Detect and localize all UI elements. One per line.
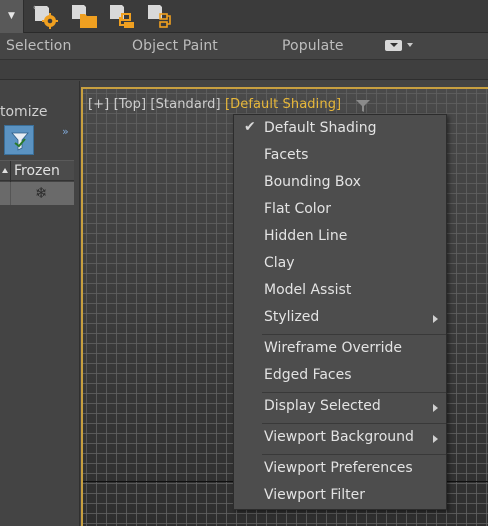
menu-item-label: Viewport Preferences xyxy=(264,460,413,476)
menu-item-clay[interactable]: Clay xyxy=(234,252,446,278)
ribbon-options-dropdown[interactable] xyxy=(385,39,415,53)
menu-item-label: Display Selected xyxy=(264,398,381,414)
viewport-point-of-view[interactable]: [Top] xyxy=(114,97,147,112)
ribbon-panel-strip xyxy=(0,60,488,80)
menu-item-viewport-preferences[interactable]: Viewport Preferences xyxy=(234,457,446,483)
menu-item-facets[interactable]: Facets xyxy=(234,144,446,170)
menu-divider xyxy=(262,392,446,393)
sort-ascending-icon xyxy=(2,168,8,173)
submenu-arrow-icon xyxy=(433,404,438,412)
menu-item-label: Default Shading xyxy=(264,120,377,136)
main-toolbar: ▼ xyxy=(0,0,488,33)
menu-item-wireframe-override[interactable]: Wireframe Override xyxy=(234,337,446,363)
menu-item-model-assist[interactable]: Model Assist xyxy=(234,279,446,305)
column-header-label: Frozen xyxy=(14,163,60,179)
scene-link-icon[interactable] xyxy=(146,1,176,31)
app-window: ▼ Selection Object Paint Populate tomize… xyxy=(0,0,488,526)
menu-item-edged-faces[interactable]: Edged Faces xyxy=(234,364,446,390)
menu-divider xyxy=(262,454,446,455)
viewport-label-menu: [+] [Top] [Standard] [Default Shading] xyxy=(88,97,341,112)
menu-divider xyxy=(262,334,446,335)
menu-item-label: Hidden Line xyxy=(264,228,348,244)
tab-populate[interactable]: Populate xyxy=(282,38,344,54)
menu-item-label: Bounding Box xyxy=(264,174,361,190)
menu-item-label: Edged Faces xyxy=(264,367,352,383)
menu-item-default-shading[interactable]: ✔ Default Shading xyxy=(234,117,446,143)
viewport-shading-menu[interactable]: [Default Shading] xyxy=(225,97,341,112)
viewport-standard-menu[interactable]: [Standard] xyxy=(150,97,220,112)
menu-item-label: Viewport Background xyxy=(264,429,414,445)
menu-item-label: Viewport Filter xyxy=(264,487,366,503)
menu-divider xyxy=(262,423,446,424)
menu-item-label: Flat Color xyxy=(264,201,332,217)
submenu-arrow-icon xyxy=(433,315,438,323)
column-separator xyxy=(10,182,11,205)
scene-hierarchy-icon[interactable] xyxy=(108,1,138,31)
expand-panel-icon[interactable]: » xyxy=(62,125,69,138)
menu-item-hidden-line[interactable]: Hidden Line xyxy=(234,225,446,251)
menu-item-label: Stylized xyxy=(264,309,320,325)
column-header-frozen[interactable]: Frozen xyxy=(0,160,74,182)
panel-title: tomize xyxy=(0,104,48,120)
toolbar-dropdown-icon[interactable]: ▼ xyxy=(0,0,24,33)
menu-item-flat-color[interactable]: Flat Color xyxy=(234,198,446,224)
viewport-plus-menu[interactable]: [+] xyxy=(88,97,109,112)
filter-icon[interactable] xyxy=(4,125,34,155)
menu-item-bounding-box[interactable]: Bounding Box xyxy=(234,171,446,197)
menu-item-label: Facets xyxy=(264,147,309,163)
menu-item-viewport-background[interactable]: Viewport Background xyxy=(234,426,446,452)
menu-item-stylized[interactable]: Stylized xyxy=(234,306,446,332)
tab-selection[interactable]: Selection xyxy=(6,38,71,54)
menu-item-viewport-filter[interactable]: Viewport Filter xyxy=(234,484,446,510)
frozen-snowflake-icon[interactable]: ❄ xyxy=(35,184,48,202)
ribbon-toggle-icon xyxy=(385,40,402,51)
checkmark-icon: ✔ xyxy=(244,119,256,135)
menu-item-display-selected[interactable]: Display Selected xyxy=(234,395,446,421)
submenu-arrow-icon xyxy=(433,435,438,443)
scene-settings-icon[interactable] xyxy=(32,1,62,31)
shading-context-menu: ✔ Default Shading Facets Bounding Box Fl… xyxy=(233,114,447,510)
table-row[interactable]: ❄ xyxy=(0,182,74,205)
viewport-filter-icon[interactable] xyxy=(356,100,370,112)
chevron-down-icon xyxy=(407,43,413,47)
tab-object-paint[interactable]: Object Paint xyxy=(132,38,218,54)
menu-item-label: Clay xyxy=(264,255,295,271)
menu-item-label: Model Assist xyxy=(264,282,352,298)
scene-explorer-panel: tomize » Frozen ❄ xyxy=(0,81,80,526)
folder-scene-icon[interactable] xyxy=(70,1,100,31)
column-separator xyxy=(10,161,11,182)
menu-item-label: Wireframe Override xyxy=(264,340,403,356)
